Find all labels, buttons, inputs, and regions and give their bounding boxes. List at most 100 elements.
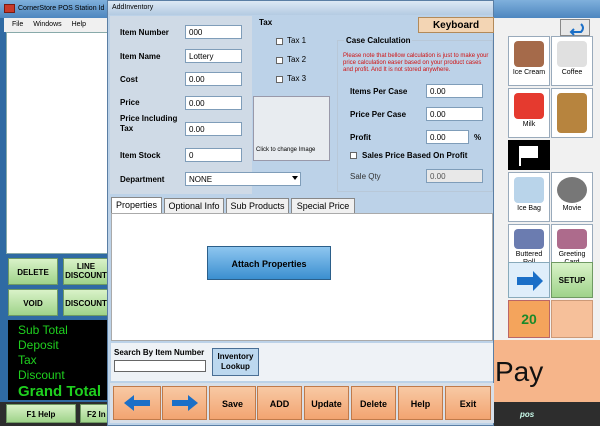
add-button[interactable]: ADD — [257, 386, 302, 420]
case-calculation-note: Please note that bellow calculation is j… — [343, 53, 489, 73]
background-menu-bar: File Windows Help — [4, 18, 108, 32]
price-per-case-label: Price Per Case — [350, 110, 407, 119]
inventory-lookup-button[interactable]: Inventory Lookup — [212, 348, 259, 376]
dvd-icon — [557, 177, 587, 203]
back-icon[interactable] — [560, 19, 590, 36]
tax-label: Tax — [18, 353, 37, 367]
items-per-case-input[interactable]: 0.00 — [426, 84, 483, 98]
pos-void-button[interactable]: VOID — [8, 289, 58, 316]
product-label: Milk — [522, 121, 536, 128]
price-including-tax-label: Price Including Tax — [120, 114, 178, 133]
grand-total-label: Grand Total — [18, 383, 102, 400]
sales-price-based-on-profit-checkbox[interactable] — [350, 152, 357, 159]
tax-group-title: Tax — [259, 18, 273, 27]
discount-label: Discount — [18, 368, 65, 382]
help-button[interactable]: Help — [398, 386, 443, 420]
arrow-left-icon — [124, 395, 150, 411]
totals-display: Sub Total Deposit Tax Discount Grand Tot… — [8, 320, 110, 400]
previous-item-button[interactable] — [113, 386, 161, 420]
profit-label: Profit — [350, 133, 371, 142]
product-label: Coffee — [561, 69, 583, 76]
product-label: Movie — [562, 205, 582, 212]
pos-discount-button[interactable]: DISCOUNT — [63, 289, 109, 316]
tax-1-label: Tax 1 — [287, 36, 307, 45]
product-ice-cream[interactable]: Ice Cream — [508, 36, 550, 86]
tax-2-checkbox[interactable] — [276, 57, 283, 64]
next-item-button[interactable] — [162, 386, 207, 420]
ice-bag-icon — [514, 177, 544, 203]
chevron-down-icon — [292, 176, 298, 180]
milk-icon — [514, 93, 544, 119]
item-stock-label: Item Stock — [120, 151, 161, 160]
item-name-input[interactable]: Lottery — [185, 49, 242, 63]
items-per-case-label: Items Per Case — [350, 87, 408, 96]
coffee-icon — [557, 41, 587, 67]
quick-amount-20-button[interactable]: 20 — [508, 300, 550, 338]
case-calculation-title: Case Calculation — [344, 36, 413, 45]
card-icon — [557, 229, 587, 249]
pos-line-discount-button[interactable]: LINE DISCOUNT — [63, 258, 109, 285]
setup-button[interactable]: SETUP — [551, 262, 593, 298]
cost-label: Cost — [120, 75, 138, 84]
item-name-label: Item Name — [120, 52, 161, 61]
department-label: Department — [120, 175, 165, 184]
ice-cream-icon — [514, 41, 544, 67]
price-label: Price — [120, 98, 140, 107]
deposit-label: Deposit — [18, 338, 59, 352]
tab-properties[interactable]: Properties — [111, 197, 162, 214]
blank-orange-button[interactable] — [551, 300, 593, 338]
item-number-input[interactable]: 000 — [185, 25, 242, 39]
pos-delete-button[interactable]: DELETE — [8, 258, 58, 285]
attach-properties-button[interactable]: Attach Properties — [207, 246, 331, 280]
sale-qty-input: 0.00 — [426, 169, 483, 183]
keyboard-button[interactable]: Keyboard — [418, 17, 494, 33]
price-input[interactable]: 0.00 — [185, 96, 242, 110]
tax-1-checkbox[interactable] — [276, 38, 283, 45]
update-button[interactable]: Update — [304, 386, 349, 420]
sales-price-based-on-profit-label: Sales Price Based On Profit — [362, 151, 468, 160]
menu-file[interactable]: File — [12, 21, 23, 28]
cookies-icon — [557, 93, 587, 133]
tab-sub-products[interactable]: Sub Products — [226, 198, 289, 213]
product-ice-bag[interactable]: Ice Bag — [508, 172, 550, 222]
product-coffee[interactable]: Coffee — [551, 36, 593, 86]
item-image-picker[interactable]: Click to change Image — [253, 96, 330, 161]
roll-icon — [514, 229, 544, 249]
subtotal-label: Sub Total — [18, 323, 68, 337]
department-select[interactable]: NONE — [185, 172, 301, 186]
next-page-arrow-icon[interactable] — [508, 262, 550, 298]
brand-logo: pos — [520, 410, 535, 419]
item-stock-input[interactable]: 0 — [185, 148, 242, 162]
save-button[interactable]: Save — [209, 386, 256, 420]
product-cookies[interactable] — [551, 88, 593, 138]
tab-special-price[interactable]: Special Price — [291, 198, 355, 213]
search-item-number-input[interactable] — [114, 360, 206, 372]
search-by-item-number-label: Search By Item Number — [114, 348, 205, 357]
product-label: Ice Cream — [512, 69, 546, 76]
product-movie[interactable]: Movie — [551, 172, 593, 222]
delete-button[interactable]: Delete — [351, 386, 396, 420]
tab-optional-info[interactable]: Optional Info — [164, 198, 224, 213]
price-per-case-input[interactable]: 0.00 — [426, 107, 483, 121]
percent-unit: % — [474, 133, 482, 142]
arrow-right-icon — [171, 395, 198, 411]
tax-3-label: Tax 3 — [287, 74, 307, 83]
f1-help-button[interactable]: F1 Help — [6, 404, 76, 423]
menu-help[interactable]: Help — [72, 21, 86, 28]
price-including-tax-input[interactable]: 0.00 — [185, 122, 242, 136]
cost-input[interactable]: 0.00 — [185, 72, 242, 86]
sale-qty-label: Sale Qty — [350, 172, 381, 181]
pay-label: Pay — [495, 356, 544, 387]
dialog-title: AddInventory — [108, 1, 493, 15]
tax-2-label: Tax 2 — [287, 55, 307, 64]
item-number-label: Item Number — [120, 28, 169, 37]
app-icon — [4, 4, 15, 13]
product-milk[interactable]: Milk — [508, 88, 550, 138]
exit-button[interactable]: Exit — [445, 386, 491, 420]
racing-flag-icon[interactable] — [508, 140, 550, 170]
tax-3-checkbox[interactable] — [276, 76, 283, 83]
product-label: Ice Bag — [517, 205, 541, 212]
menu-windows[interactable]: Windows — [33, 21, 61, 28]
f2-button[interactable]: F2 In — [80, 404, 110, 423]
profit-input[interactable]: 0.00 — [426, 130, 469, 144]
